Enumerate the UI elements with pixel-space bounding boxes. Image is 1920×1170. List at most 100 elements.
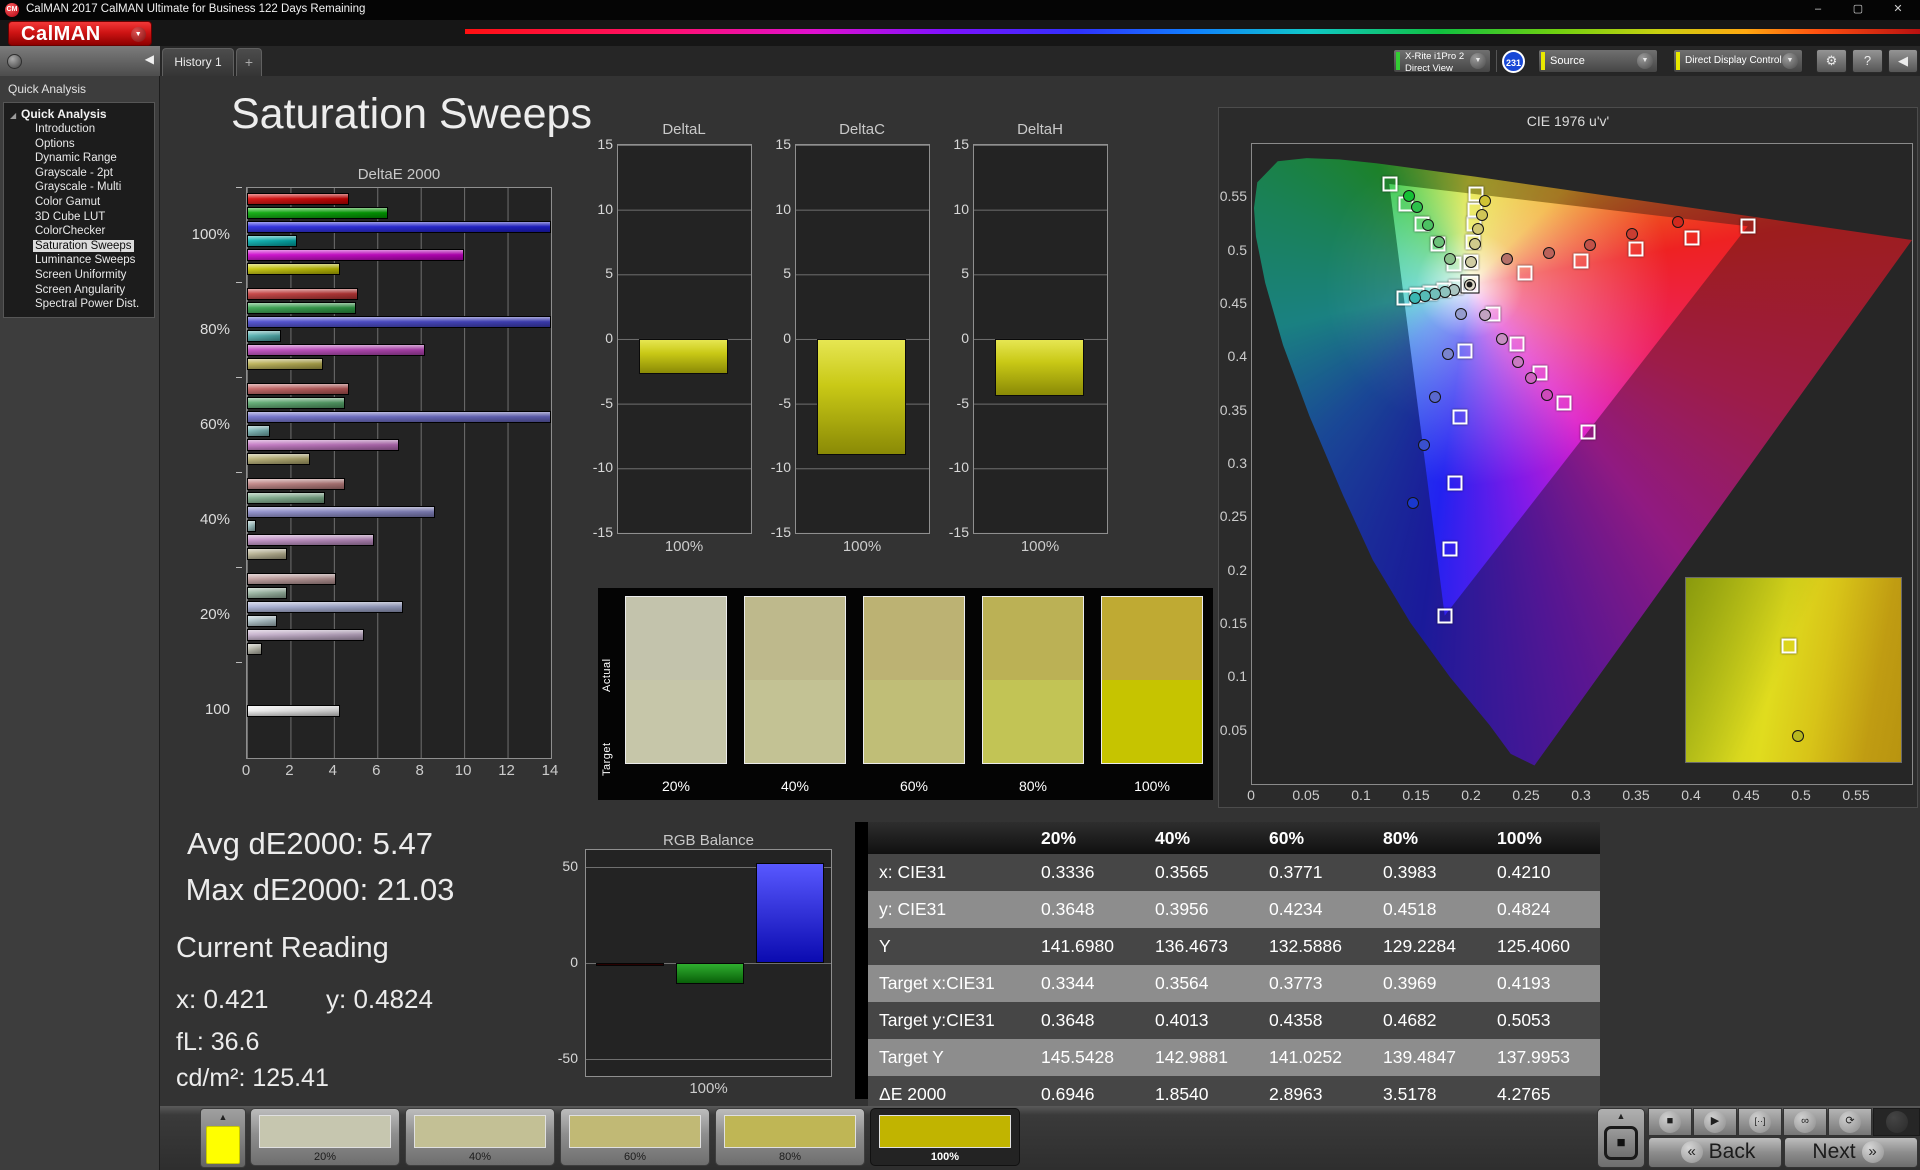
table-cell: 129.2284 [1383,936,1456,956]
sidebar-item-saturation-sweeps[interactable]: Saturation Sweeps [4,239,154,254]
sidebar-item-3d-cube-lut[interactable]: 3D Cube LUT [4,210,154,225]
deltah-chart: DeltaH 15 10 5 0 -5 -10 -15 100% [949,121,1108,566]
table-cell: 0.4682 [1383,1010,1437,1030]
deltaL-x-label: 100% [664,538,704,555]
compare-swatch-60% [863,596,965,764]
display-control-dropdown[interactable]: Direct Display Control ▼ [1673,49,1803,73]
display-dropdown-arrow-icon[interactable]: ▼ [1782,53,1798,69]
actual-target-compare-panel: Actual Target 20% 40% 60% 80% 100% [598,588,1213,800]
patch-button-40%[interactable]: 40% [405,1108,555,1166]
sidebar-item-options[interactable]: Options [4,137,154,152]
sidebar-item-screen-uniformity[interactable]: Screen Uniformity [4,268,154,283]
sidebar-item-luminance-sweeps[interactable]: Luminance Sweeps [4,253,154,268]
back-button[interactable]: «Back [1648,1137,1782,1168]
meter-dropdown-arrow-icon[interactable]: ▼ [1470,53,1486,69]
settings-gear-button[interactable]: ⚙ [1816,49,1847,73]
deltaC-x-label: 100% [842,538,882,555]
play-measure-button[interactable]: ▶ [1693,1108,1737,1136]
deltae-bar [247,316,551,328]
sidebar-item-spectral-power-dist-[interactable]: Spectral Power Dist. [4,297,154,312]
sidebar: Quick Analysis ◢ Quick Analysis Introduc… [0,76,160,1170]
deltae-bar [247,492,326,504]
cie-y-tick-label: 0.05 [1219,721,1247,738]
table-cell: 139.4847 [1383,1047,1456,1067]
actual-swatch [983,597,1083,680]
sidebar-collapse-icon[interactable]: ◀ [145,52,154,66]
deltae-bar [247,439,399,451]
sidebar-item-dynamic-range[interactable]: Dynamic Range [4,151,154,166]
patch-button-60%[interactable]: 60% [560,1108,710,1166]
deltae-x-tick-label: 6 [372,762,381,779]
minimize-button[interactable]: – [1798,0,1838,20]
target-swatch [626,680,726,763]
meter-dropdown[interactable]: X-Rite i1Pro 2 Direct View ▼ [1393,49,1491,74]
series-measure-button[interactable]: [··] [1738,1108,1782,1136]
patch-button-20%[interactable]: 20% [250,1108,400,1166]
patch-swatch [724,1115,856,1148]
deltae-axis-tick [236,187,242,188]
table-row: Target Y 145.5428 142.9881 141.0252 139.4847… [868,1039,1600,1076]
meter-status-badge[interactable]: 231 [1502,50,1525,73]
table-row-label: Target y:CIE31 [879,1010,995,1030]
deltaC-y-tick-label: 15 [775,136,791,152]
deltaH-bar [995,339,1085,396]
deltaH-plot [973,144,1108,534]
workflow-dot-button[interactable] [7,54,22,69]
deltaC-bar [817,339,907,456]
read-patch-button[interactable]: ▲ ■ [1597,1108,1645,1168]
table-cell: 142.9881 [1155,1047,1228,1067]
cie-target-square [1452,409,1468,425]
deltae-bar [247,704,341,717]
current-reading-heading: Current Reading [176,932,389,964]
cie-measured-point [1403,189,1416,202]
loop-icon: ⟳ [1839,1111,1861,1133]
close-button[interactable]: ✕ [1878,0,1918,20]
logo-dropdown-icon[interactable]: ▼ [131,27,146,42]
patch-swatch [414,1115,546,1148]
patch-button-100%[interactable]: 100% [870,1108,1020,1166]
stop-measure-button[interactable]: ■ [1648,1108,1692,1136]
table-col-header: 80% [1372,822,1486,854]
source-dropdown-arrow-icon[interactable]: ▼ [1637,53,1653,69]
patch-button-80%[interactable]: 80% [715,1108,865,1166]
deltae-bar [247,411,551,423]
deltae-bar [247,235,297,247]
rgb-y-tick-label: 50 [562,858,578,875]
patch-label: 60% [623,1151,647,1163]
patch-expander-button[interactable]: ▲ [200,1108,246,1168]
tree-expand-icon[interactable]: ◢ [10,108,16,123]
tab-add-button[interactable]: + [236,48,262,76]
deltae-group-label: 80% [199,320,230,338]
sidebar-item-grayscale-multi[interactable]: Grayscale - Multi [4,180,154,195]
help-button[interactable]: ? [1852,49,1883,73]
table-col-header: 40% [1144,822,1258,854]
cie-measured-point [1479,308,1492,321]
stop-icon: ■ [1604,1126,1638,1160]
cie-white-point-target [1460,274,1480,294]
table-row-label: Target x:CIE31 [879,973,995,993]
maximize-button[interactable]: ▢ [1838,0,1878,20]
sidebar-item-introduction[interactable]: Introduction [4,122,154,137]
table-corner-header [868,822,1030,854]
deltae-axis-tick [236,567,242,568]
compare-swatch-label: 80% [1018,778,1048,794]
next-button[interactable]: Next» [1784,1137,1918,1168]
sidebar-item-grayscale-2pt[interactable]: Grayscale - 2pt [4,166,154,181]
source-dropdown[interactable]: Source ▼ [1538,49,1658,73]
deltae-group-40% [247,473,551,568]
gear-icon: ⚙ [1825,53,1838,68]
tab-history-1[interactable]: History 1 [162,48,234,76]
deltaH-y-tick-label: -15 [948,524,969,540]
continuous-measure-button[interactable]: ∞ [1783,1108,1827,1136]
loop-measure-button[interactable]: ⟳ [1828,1108,1872,1136]
sidebar-item-color-gamut[interactable]: Color Gamut [4,195,154,210]
deltaH-y-tick-label: -5 [956,394,969,411]
sidebar-item-colorchecker[interactable]: ColorChecker [4,224,154,239]
deltaC-title: DeltaC [839,121,885,138]
table-cell: 141.0252 [1269,1047,1342,1067]
panel-collapse-button[interactable]: ◀ [1888,49,1918,73]
window-title: CalMAN 2017 CalMAN Ultimate for Business… [26,3,366,15]
tree-root-quick-analysis[interactable]: ◢ Quick Analysis [4,107,154,122]
calman-logo-menu[interactable]: CalMAN ▼ [8,21,152,46]
sidebar-item-screen-angularity[interactable]: Screen Angularity [4,283,154,298]
